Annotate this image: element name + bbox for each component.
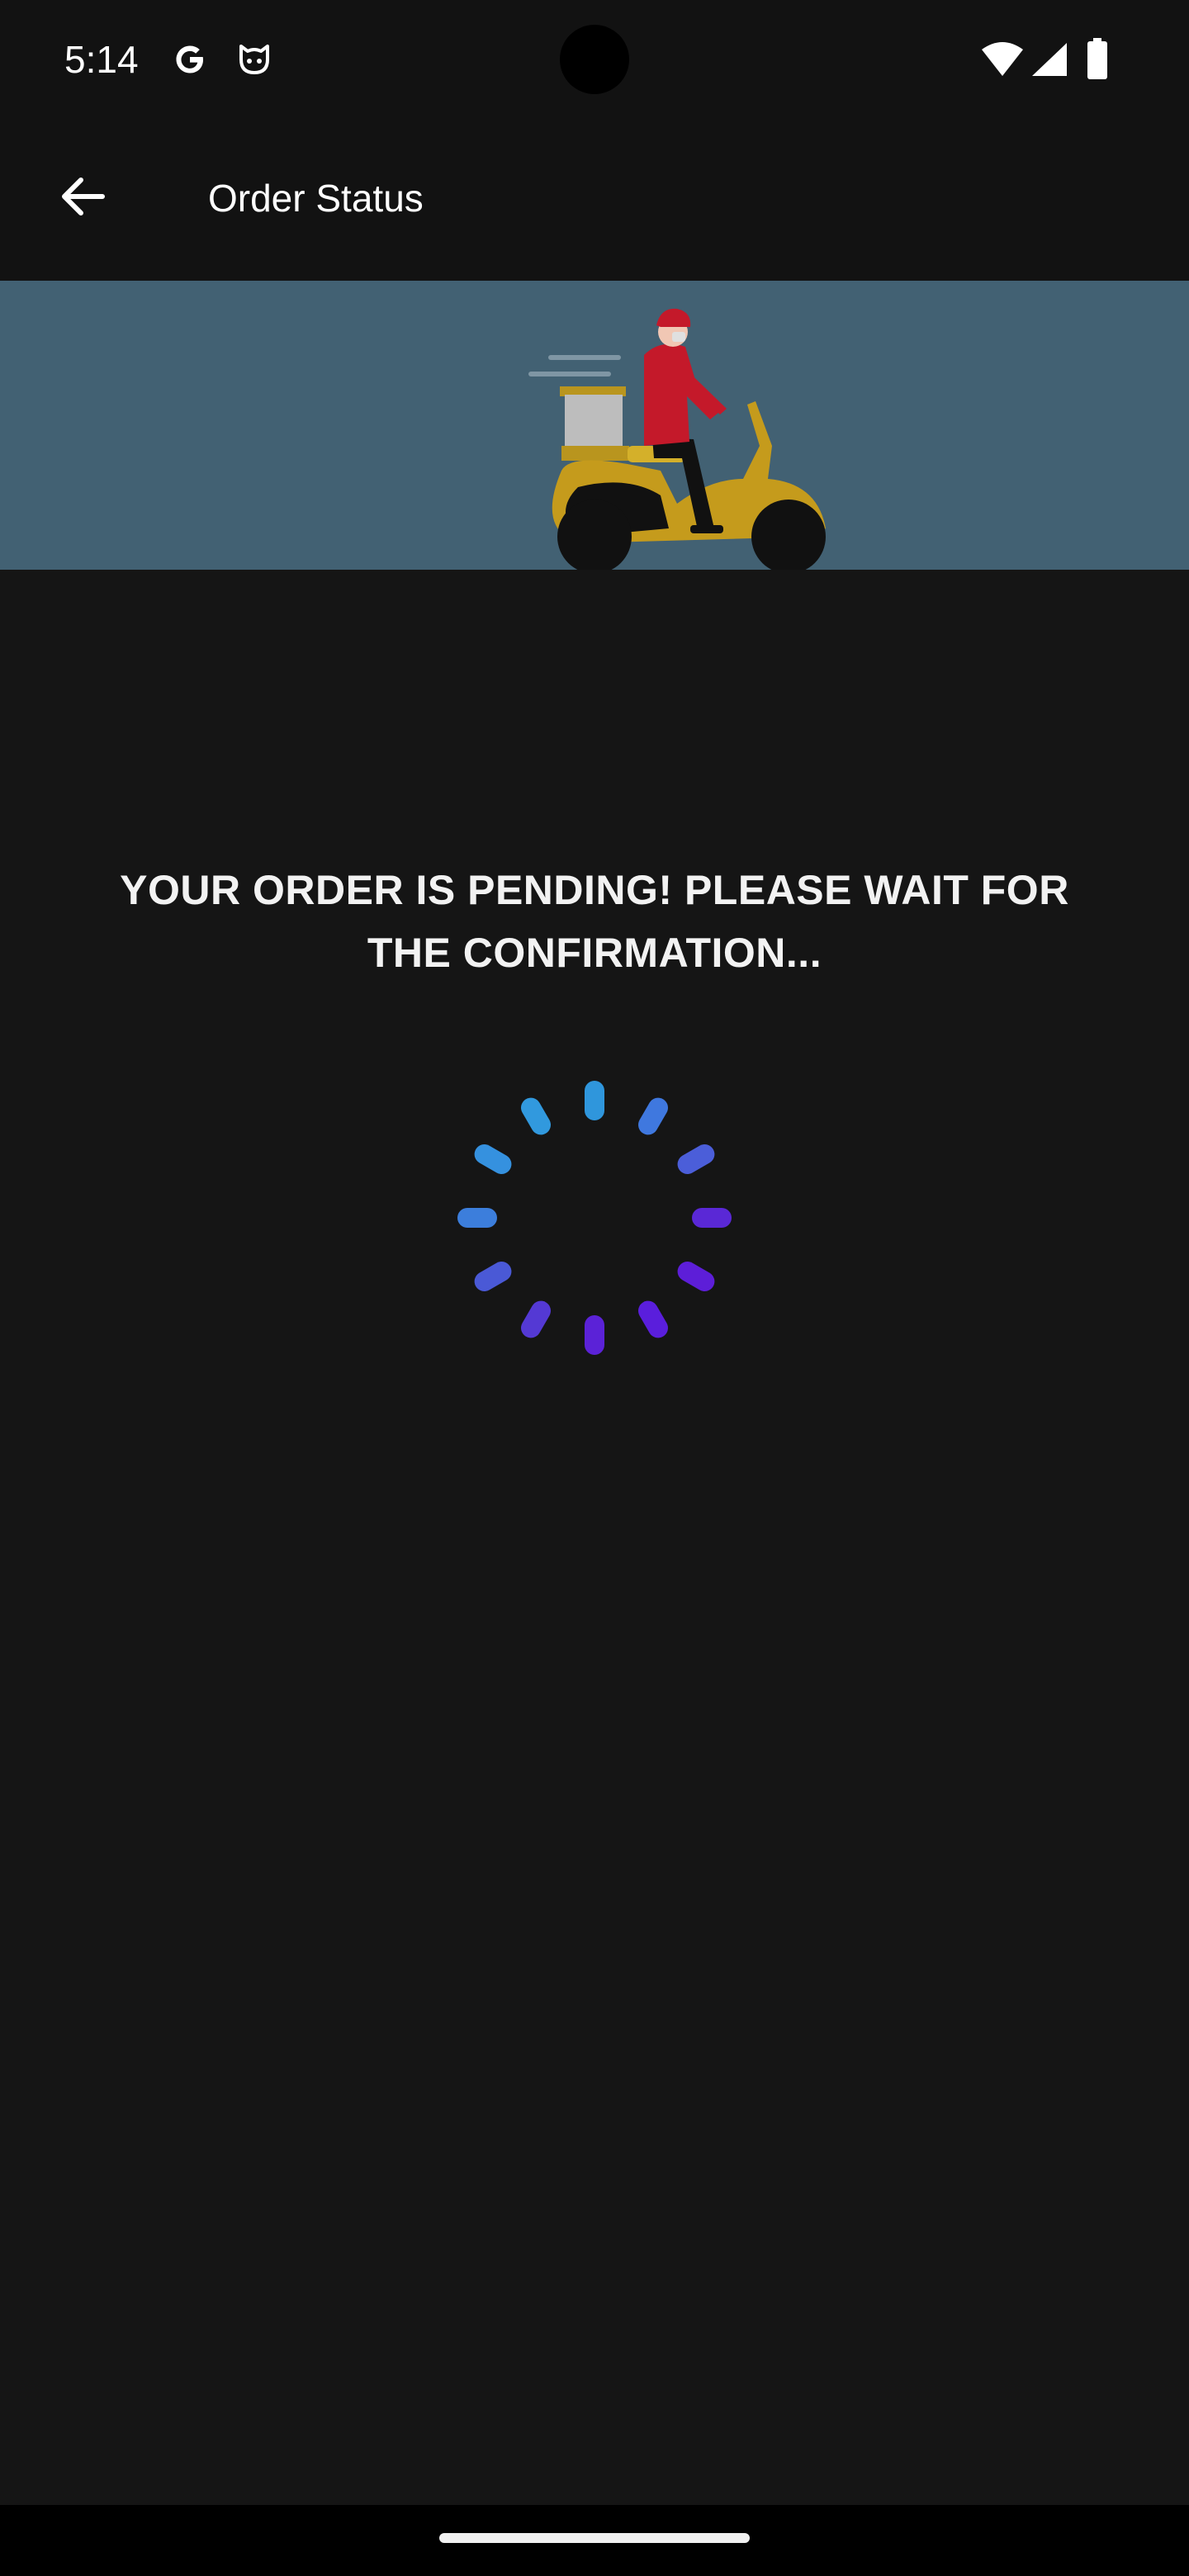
order-status-screen: 5:14 Order Status YOUR ORDER IS PENDING!… [0,0,1189,2576]
google-icon [176,45,203,73]
front-camera [560,25,629,94]
loading-spinner-icon [457,1081,732,1355]
back-button[interactable] [43,157,122,236]
arrow-left-icon [62,178,105,215]
page-title: Order Status [208,177,424,220]
status-bar: 5:14 [0,0,1189,117]
battery-icon [1087,38,1107,79]
delivery-scooter-illustration [528,308,826,570]
home-indicator[interactable] [439,2533,750,2543]
wifi-icon [982,42,1023,76]
delivery-banner [0,281,1189,570]
cat-icon [239,45,269,74]
status-time: 5:14 [64,38,139,81]
pending-message: YOUR ORDER IS PENDING! PLEASE WAIT FOR T… [120,867,1069,976]
signal-icon [1032,43,1067,76]
app-bar: Order Status [0,117,1189,281]
